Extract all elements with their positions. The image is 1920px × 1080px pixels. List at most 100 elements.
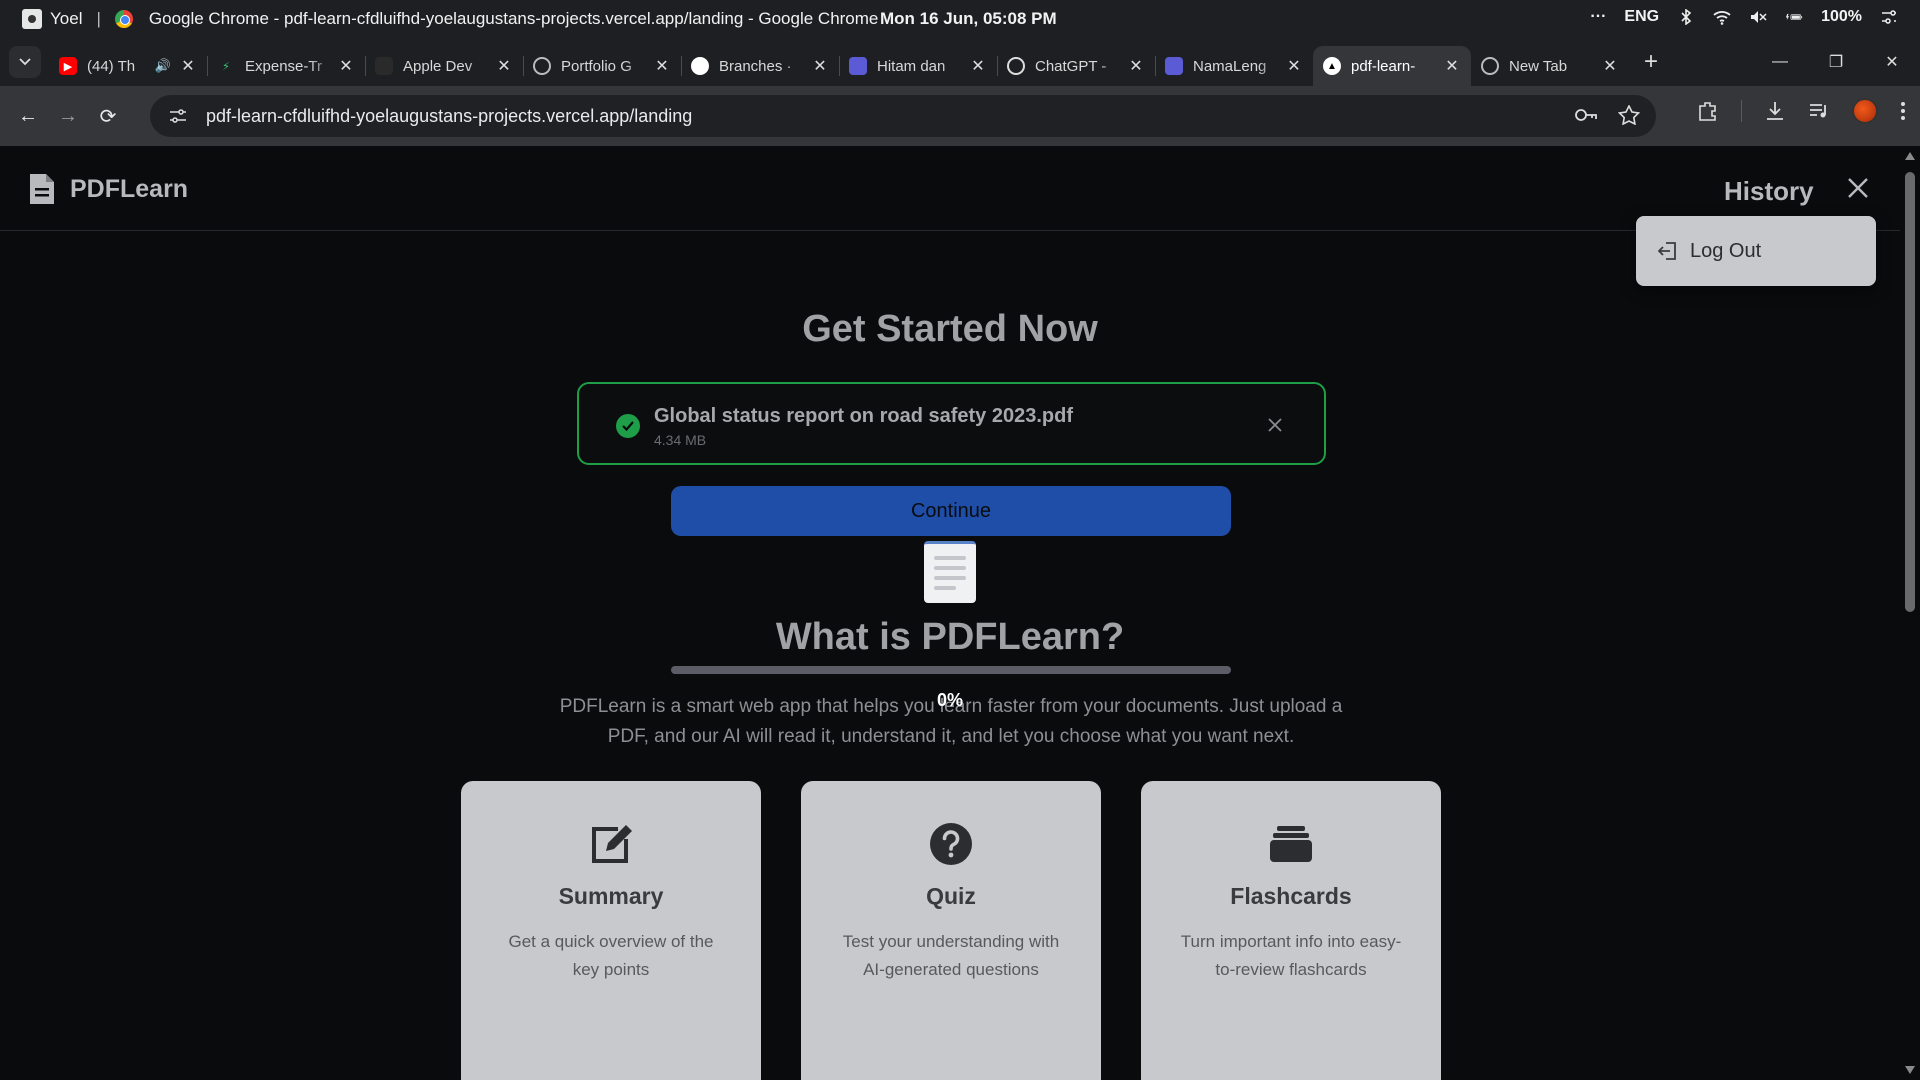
- tab-label: (44) Th: [87, 57, 136, 75]
- uploaded-file-card: Global status report on road safety 2023…: [577, 382, 1326, 465]
- tab-label: Branches ·: [719, 57, 792, 75]
- browser-tab[interactable]: Hitam dan ✕: [839, 46, 997, 86]
- browser-tab[interactable]: ▲ pdf-learn- ✕: [1313, 46, 1471, 86]
- browser-tab[interactable]: NamaLeng ✕: [1155, 46, 1313, 86]
- youtube-icon: ▶: [59, 57, 77, 75]
- site-info-icon[interactable]: [158, 108, 198, 124]
- tab-label: New Tab: [1509, 57, 1568, 75]
- browser-tab[interactable]: Apple Dev ✕: [365, 46, 523, 86]
- forward-button[interactable]: →: [48, 96, 88, 136]
- browser-tab[interactable]: Branches · ✕: [681, 46, 839, 86]
- logout-menu-item[interactable]: Log Out: [1690, 240, 1761, 263]
- browser-tab[interactable]: ChatGPT - ✕: [997, 46, 1155, 86]
- close-icon[interactable]: [1846, 176, 1870, 200]
- brand-name: PDFLearn: [70, 174, 189, 203]
- tab-close-button[interactable]: ✕: [1601, 56, 1619, 76]
- tab-label: Apple Dev: [403, 57, 473, 75]
- download-icon[interactable]: [1764, 100, 1786, 122]
- app-header: PDFLearn History: [0, 146, 1900, 231]
- bookmark-star-icon[interactable]: [1618, 105, 1640, 125]
- address-bar[interactable]: pdf-learn-cfdluifhd-yoelaugustans-projec…: [150, 95, 1656, 137]
- quick-settings-icon[interactable]: [1880, 9, 1898, 25]
- menu-kebab-icon[interactable]: [1900, 100, 1906, 122]
- feature-description: Get a quick overview of the key points: [508, 932, 714, 979]
- bluetooth-icon[interactable]: [1677, 9, 1695, 25]
- site-icon: [849, 57, 867, 75]
- wifi-icon[interactable]: [1713, 9, 1731, 25]
- user-menu: Log Out: [1636, 216, 1876, 286]
- tab-close-button[interactable]: ✕: [337, 56, 355, 76]
- feature-description: Turn important info into easy-to-review …: [1180, 932, 1402, 979]
- browser-tab[interactable]: ⚡ Expense-Tr ✕: [207, 46, 365, 86]
- brand[interactable]: PDFLearn: [28, 172, 188, 206]
- restore-button[interactable]: ❐: [1808, 38, 1864, 86]
- scroll-thumb[interactable]: [1905, 172, 1915, 612]
- logout-icon: [1658, 242, 1676, 260]
- new-tab-button[interactable]: +: [1635, 46, 1667, 78]
- tab-close-button[interactable]: ✕: [653, 56, 671, 76]
- chrome-icon: [114, 10, 133, 28]
- tab-close-button[interactable]: ✕: [179, 56, 197, 76]
- feature-card-flashcards[interactable]: Flashcards Turn important info into easy…: [1141, 781, 1441, 1080]
- tab-label: NamaLeng: [1193, 57, 1267, 75]
- language-indicator[interactable]: ENG: [1624, 8, 1659, 26]
- tab-audio-icon[interactable]: 🔊: [155, 58, 171, 74]
- page-scrollbar[interactable]: [1900, 146, 1920, 1080]
- hero-title: Get Started Now: [802, 308, 1098, 350]
- cards-icon: [1268, 821, 1314, 867]
- scroll-up-arrow[interactable]: [1905, 152, 1915, 160]
- feature-title: Summary: [558, 883, 664, 909]
- url-text[interactable]: pdf-learn-cfdluifhd-yoelaugustans-projec…: [206, 106, 692, 127]
- remove-file-icon[interactable]: [1264, 414, 1286, 436]
- back-button[interactable]: ←: [8, 96, 48, 136]
- document-icon: [30, 174, 54, 204]
- profile-avatar[interactable]: [1852, 98, 1878, 124]
- os-clock[interactable]: Mon 16 Jun, 05:08 PM: [880, 9, 1057, 29]
- window-close-button[interactable]: ✕: [1864, 38, 1920, 86]
- feature-card-quiz[interactable]: Quiz Test your understanding with AI-gen…: [801, 781, 1101, 1080]
- battery-icon[interactable]: [1785, 9, 1803, 25]
- toolbar: ← → ⟳ pdf-learn-cfdluifhd-yoelaugustans-…: [0, 86, 1920, 146]
- tab-strip: ▶ (44) Th 🔊 ✕ ⚡ Expense-Tr ✕ Apple Dev ✕ Portfoli…: [0, 38, 1920, 86]
- muted-speaker-icon[interactable]: [1749, 9, 1767, 25]
- user-icon: [22, 9, 42, 29]
- os-user: Yoel: [50, 9, 83, 28]
- tab-close-button[interactable]: ✕: [811, 56, 829, 76]
- section-title: What is PDFLearn?: [775, 616, 1125, 658]
- tab-close-button[interactable]: ✕: [1127, 56, 1145, 76]
- apple-dev-icon: [375, 57, 393, 75]
- chrome-icon: [1481, 57, 1499, 75]
- continue-button[interactable]: Continue: [671, 486, 1231, 536]
- progress-label: 0%: [936, 690, 963, 710]
- browser-tab[interactable]: ▶ (44) Th 🔊 ✕: [49, 46, 207, 86]
- file-name: Global status report on road safety 2023…: [654, 405, 1073, 427]
- tab-close-button[interactable]: ✕: [1443, 56, 1461, 76]
- feature-title: Flashcards: [1230, 883, 1352, 909]
- tray-overflow-icon[interactable]: ···: [1590, 8, 1606, 26]
- feature-description: Test your understanding with AI-generate…: [842, 932, 1060, 979]
- globe-icon: [533, 57, 551, 75]
- minimize-button[interactable]: —: [1752, 38, 1808, 86]
- tab-label: Hitam dan: [877, 57, 946, 75]
- github-icon: [691, 57, 709, 75]
- vercel-icon: ▲: [1323, 57, 1341, 75]
- progress-bar: [671, 666, 1231, 674]
- extensions-icon[interactable]: [1697, 100, 1719, 122]
- edit-icon: [588, 821, 634, 867]
- tab-close-button[interactable]: ✕: [1285, 56, 1303, 76]
- scroll-down-arrow[interactable]: [1905, 1066, 1915, 1074]
- browser-tab[interactable]: New Tab ✕: [1471, 46, 1629, 86]
- feature-card-summary[interactable]: Summary Get a quick overview of the key …: [461, 781, 761, 1080]
- tab-search-button[interactable]: [9, 46, 41, 78]
- history-link[interactable]: History: [1724, 176, 1814, 207]
- media-control-icon[interactable]: [1808, 100, 1830, 122]
- tab-close-button[interactable]: ✕: [495, 56, 513, 76]
- file-size: 4.34 MB: [654, 432, 707, 448]
- password-key-icon[interactable]: [1574, 105, 1598, 125]
- browser-tab[interactable]: Portfolio G ✕: [523, 46, 681, 86]
- pdf-document-icon: [924, 541, 976, 603]
- tab-close-button[interactable]: ✕: [969, 56, 987, 76]
- os-taskbar: Yoel | Google Chrome - pdf-learn-cfdluif…: [0, 0, 1920, 38]
- tab-label: Expense-Tr: [245, 57, 322, 75]
- reload-button[interactable]: ⟳: [88, 96, 128, 136]
